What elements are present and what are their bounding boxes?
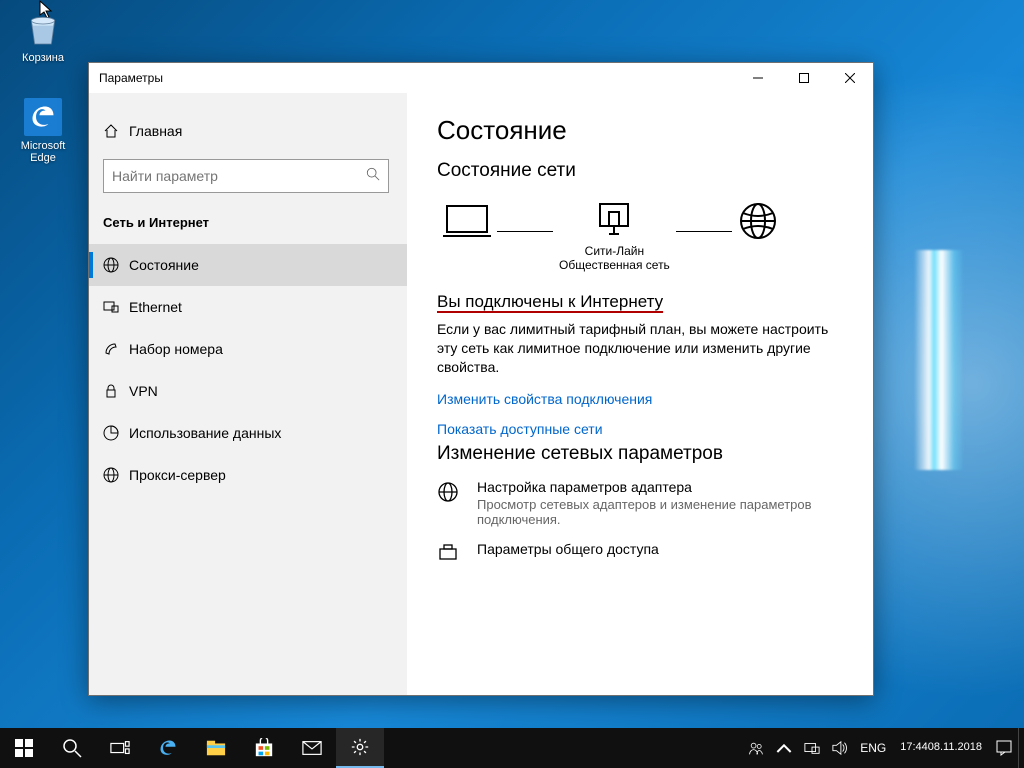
tray-chevron-up-icon[interactable] (770, 728, 798, 768)
option-adapter-settings[interactable]: Настройка параметров адаптера Просмотр с… (437, 479, 845, 527)
sidebar-item-proxy[interactable]: Прокси-сервер (89, 454, 407, 496)
vpn-icon (103, 383, 129, 399)
minimize-button[interactable] (735, 63, 781, 93)
link-change-connection-props[interactable]: Изменить свойства подключения (437, 391, 845, 407)
settings-sidebar: Главная Сеть и Интернет Состояние Ethern… (89, 93, 407, 695)
desktop-icon-recycle-bin[interactable]: Корзина (8, 4, 78, 74)
taskbar-start-button[interactable] (0, 728, 48, 768)
tray-volume-icon[interactable] (826, 728, 854, 768)
sidebar-item-status[interactable]: Состояние (89, 244, 407, 286)
settings-content: Состояние Состояние сети Сити-Лайн (407, 93, 873, 695)
network-type: Общественная сеть (559, 258, 670, 272)
status-icon (103, 257, 129, 273)
taskbar-mail-button[interactable] (288, 728, 336, 768)
sidebar-item-dialup[interactable]: Набор номера (89, 328, 407, 370)
taskbar-task-view-button[interactable] (96, 728, 144, 768)
sidebar-item-label: VPN (129, 383, 158, 399)
option-title: Настройка параметров адаптера (477, 479, 817, 495)
sidebar-section-title: Сеть и Интернет (89, 207, 407, 244)
settings-window: Параметры Главная Сеть и Интернет Состоя… (88, 62, 874, 696)
tray-time: 17:44 (900, 741, 928, 754)
taskbar: ENG 17:44 08.11.2018 (0, 728, 1024, 768)
tray-date: 08.11.2018 (928, 741, 982, 754)
tray-network-icon[interactable] (798, 728, 826, 768)
globe-icon (738, 200, 778, 242)
search-input-wrapper[interactable] (103, 159, 389, 193)
tray-language[interactable]: ENG (854, 728, 892, 768)
close-button[interactable] (827, 63, 873, 93)
network-diagram: Сити-Лайн Общественная сеть (437, 196, 845, 278)
page-title: Состояние (437, 115, 845, 146)
sidebar-item-label: Ethernet (129, 299, 182, 315)
ethernet-icon (103, 299, 129, 315)
taskbar-settings-button[interactable] (336, 728, 384, 768)
window-titlebar[interactable]: Параметры (89, 63, 873, 93)
taskbar-explorer-button[interactable] (192, 728, 240, 768)
wallpaper-streak (914, 250, 964, 470)
proxy-icon (103, 467, 129, 483)
taskbar-tray: ENG 17:44 08.11.2018 (742, 728, 1024, 768)
change-settings-title: Изменение сетевых параметров (437, 443, 845, 465)
home-icon (103, 123, 129, 139)
tray-clock[interactable]: 17:44 08.11.2018 (892, 728, 990, 768)
tray-show-desktop[interactable] (1018, 728, 1024, 768)
sidebar-item-label: Состояние (129, 257, 199, 273)
sidebar-item-label: Прокси-сервер (129, 467, 226, 483)
maximize-button[interactable] (781, 63, 827, 93)
sidebar-item-label: Набор номера (129, 341, 223, 357)
dialup-icon (103, 341, 129, 357)
desktop-icon-label: Корзина (22, 52, 64, 64)
sidebar-item-label: Использование данных (129, 425, 281, 441)
tray-people-icon[interactable] (742, 728, 770, 768)
data-usage-icon (103, 425, 129, 441)
taskbar-edge-button[interactable] (144, 728, 192, 768)
adapter-icon (437, 479, 463, 527)
search-icon (366, 167, 380, 186)
link-show-available-networks[interactable]: Показать доступные сети (437, 421, 845, 437)
router-icon (559, 200, 670, 242)
taskbar-store-button[interactable] (240, 728, 288, 768)
sidebar-home[interactable]: Главная (89, 109, 407, 153)
network-state-title: Состояние сети (437, 160, 845, 182)
taskbar-search-button[interactable] (48, 728, 96, 768)
option-desc: Просмотр сетевых адаптеров и изменение п… (477, 497, 817, 527)
connected-heading: Вы подключены к Интернету (437, 292, 845, 312)
desktop-icon-edge[interactable]: Microsoft Edge (8, 92, 78, 174)
connected-body: Если у вас лимитный тарифный план, вы мо… (437, 320, 837, 377)
sharing-icon (437, 541, 463, 570)
sidebar-item-data-usage[interactable]: Использование данных (89, 412, 407, 454)
option-title: Параметры общего доступа (477, 541, 659, 557)
window-title: Параметры (89, 71, 735, 85)
pc-icon (443, 200, 491, 242)
desktop-icon-label: Microsoft Edge (21, 140, 66, 164)
option-sharing-settings[interactable]: Параметры общего доступа (437, 541, 845, 570)
sidebar-item-ethernet[interactable]: Ethernet (89, 286, 407, 328)
sidebar-item-vpn[interactable]: VPN (89, 370, 407, 412)
network-name: Сити-Лайн (559, 244, 670, 258)
search-input[interactable] (112, 168, 366, 184)
sidebar-home-label: Главная (129, 123, 182, 139)
tray-notifications-icon[interactable] (990, 728, 1018, 768)
